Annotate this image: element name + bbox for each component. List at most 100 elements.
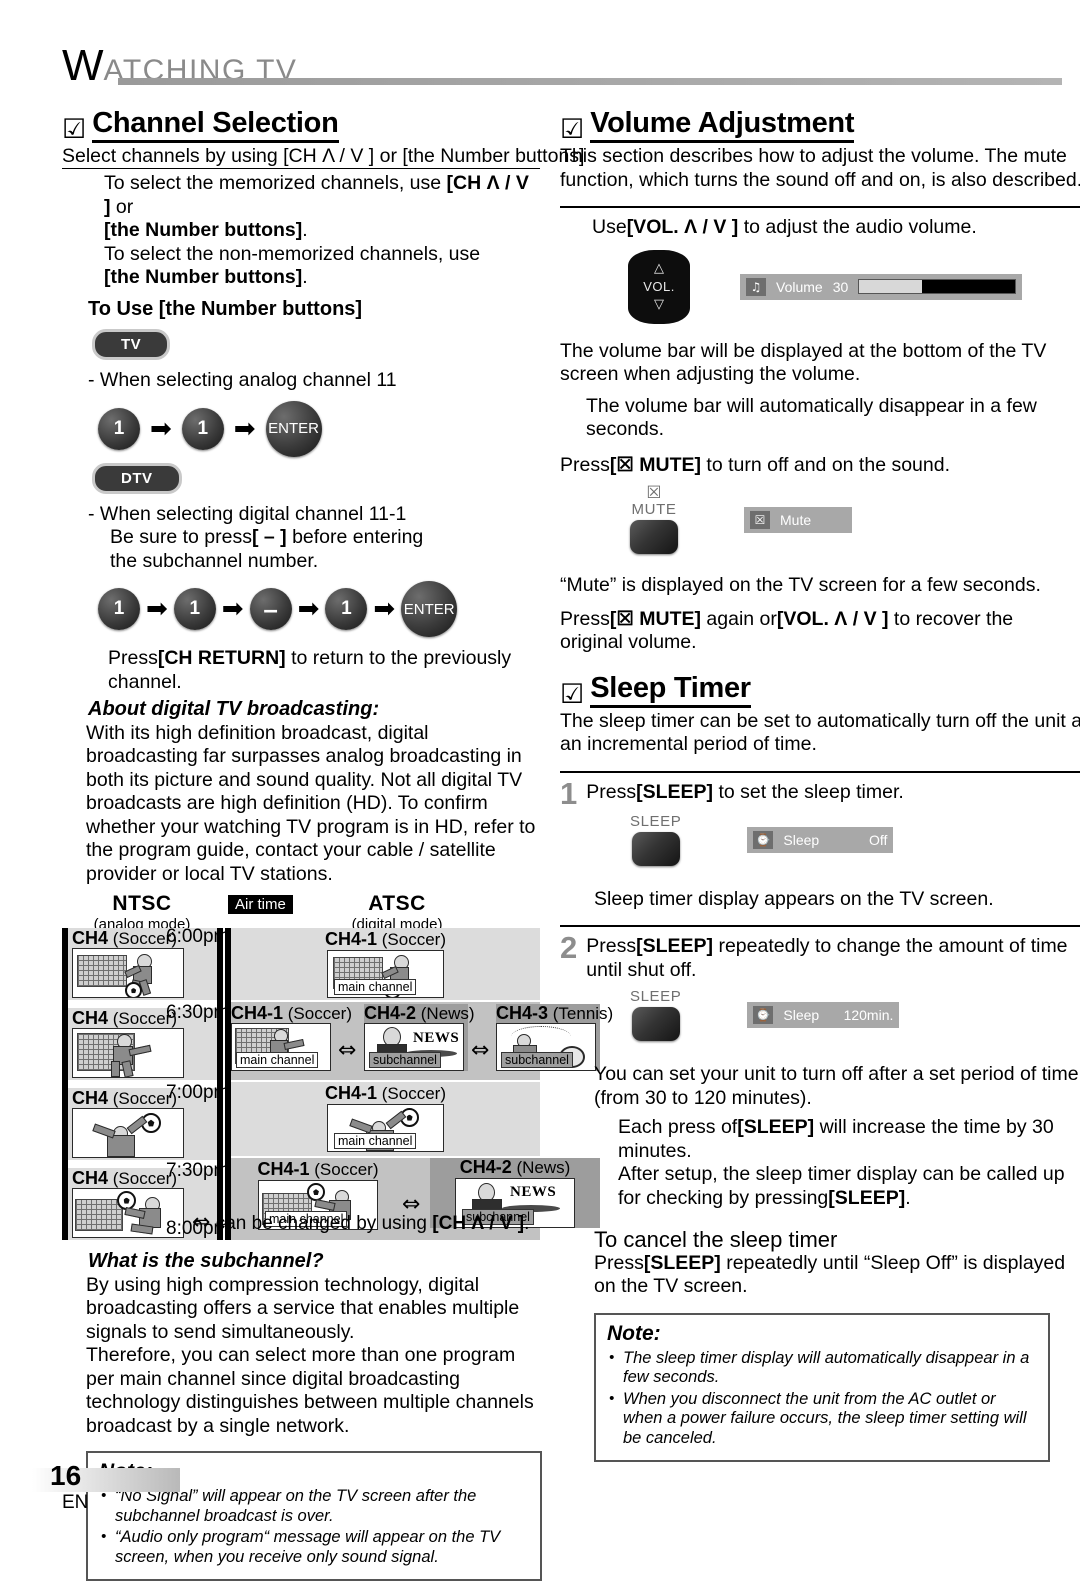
- broadcast-comparison-diagram: NTSC (analog mode) Air time ATSC (digita…: [62, 892, 613, 1240]
- mute-recover-line: Press[☒ MUTE] again or[VOL. Λ / V ] to r…: [560, 607, 1014, 654]
- sleep-keycap-label: SLEEP: [630, 988, 682, 1005]
- number-key-1[interactable]: 1: [173, 588, 216, 630]
- about-dtv-heading: About digital TV broadcasting:: [88, 698, 380, 720]
- subchannel-p1: By using high compression technology, di…: [86, 1273, 520, 1343]
- speaker-icon: ♫: [746, 277, 766, 296]
- arrow-right-icon: ➡: [146, 594, 168, 624]
- step-number: 1: [560, 775, 578, 811]
- enter-key[interactable]: ENTER: [265, 400, 322, 457]
- clock-icon: ⌚: [753, 1006, 774, 1024]
- note-list: “No Signal” will appear on the TV screen…: [99, 1486, 529, 1567]
- atsc-cell: CH4-1 (Soccer) main channel: [231, 1084, 540, 1152]
- sleep-intro: The sleep timer can be set to automatica…: [560, 709, 1080, 756]
- arrow-right-icon: ➡: [150, 413, 172, 444]
- manual-page: WATCHING TV ☑ Channel Selection Select c…: [0, 0, 1080, 1581]
- osd-mute: ☒ Mute: [744, 507, 852, 533]
- cancel-sleep-text: Press[SLEEP] repeatedly until “Sleep Off…: [594, 1251, 1066, 1298]
- section-title: Sleep Timer: [590, 672, 751, 708]
- analog-key-sequence: 1 ➡ 1 ➡ ENTER: [98, 400, 540, 457]
- subchannel-heading: What is the subchannel?: [88, 1250, 324, 1272]
- atsc-cell: CH4-1 (Soccer) main channel: [231, 1004, 352, 1071]
- mute-key[interactable]: [630, 520, 678, 554]
- digital-instruction: - When selecting digital channel 11-1 Be…: [88, 502, 424, 572]
- header-rule: [118, 78, 1062, 85]
- volume-use-line: Use[VOL. Λ / V ] to adjust the audio vol…: [592, 216, 977, 238]
- volume-intro: This section describes how to adjust the…: [560, 145, 1080, 191]
- sleep-key[interactable]: [631, 831, 680, 866]
- osd-value: 120min.: [843, 1007, 894, 1023]
- sleep-key-group: SLEEP: [630, 988, 681, 1041]
- mute-icon: ☒: [750, 511, 770, 529]
- dash-key[interactable]: –: [249, 588, 292, 630]
- page-language: EN: [62, 1492, 89, 1513]
- clock-icon: ⌚: [753, 830, 774, 849]
- volume-body-1: The volume bar will be displayed at the …: [560, 339, 1047, 386]
- mute-key-group: ☒ MUTE: [630, 485, 678, 554]
- sleep-bullet-2: After setup, the sleep timer display can…: [618, 1163, 1065, 1209]
- note-title: Note:: [607, 1321, 661, 1345]
- bullet-nonmemorized: To select the non-memorized channels, us…: [104, 242, 481, 289]
- right-column: ☑ Volume Adjustment This section describ…: [560, 108, 1080, 1462]
- swap-icon: ⇔: [471, 1038, 490, 1063]
- volume-body-2: The volume bar will automatically disapp…: [586, 394, 1037, 441]
- osd-sleep-1: ⌚ Sleep Off: [747, 826, 894, 853]
- sleep-control-row-2: SLEEP ⌚ Sleep 120min.: [630, 988, 1080, 1041]
- program-thumbnail: NEWS subchannel: [364, 1023, 464, 1071]
- sleep-key[interactable]: [631, 1007, 680, 1041]
- atsc-cell: CH4-1 (Soccer) main channel: [231, 930, 540, 998]
- sleep-step-2: 2 Press[SLEEP] repeatedly to change the …: [560, 930, 1080, 982]
- enter-key[interactable]: ENTER: [401, 581, 458, 637]
- note-item: When you disconnect the unit from the AC…: [607, 1389, 1037, 1449]
- volume-meter-fill: [859, 280, 922, 293]
- arrow-right-icon: ➡: [373, 594, 396, 624]
- checkbox-icon: ☑: [560, 114, 585, 144]
- checkbox-icon: ☑: [62, 114, 87, 144]
- swap-icon: ⇔: [338, 1038, 357, 1063]
- osd-label: Sleep: [783, 831, 820, 848]
- number-key-1[interactable]: 1: [98, 407, 140, 450]
- note-item: The sleep timer display will automatical…: [607, 1348, 1037, 1388]
- divider: [560, 206, 1080, 208]
- diagram-footnote: ⇔ can be changed by using [CH Λ / V ].: [192, 1210, 530, 1235]
- number-key-1[interactable]: 1: [98, 588, 140, 630]
- mute-icon: ☒: [646, 483, 662, 503]
- step-number: 2: [560, 930, 578, 965]
- left-column: ☑ Channel Selection Select channels by u…: [62, 108, 613, 1581]
- osd-volume-bar: ♫ Volume 30: [740, 273, 1022, 300]
- program-thumbnail: [72, 1108, 184, 1158]
- page-number: 16: [50, 1460, 82, 1491]
- sleep-bullet-1: Each press of[SLEEP] will increase the t…: [618, 1116, 1054, 1162]
- section-title: Volume Adjustment: [590, 108, 855, 143]
- divider: [560, 770, 1080, 773]
- arrow-right-icon: ➡: [233, 413, 256, 444]
- schedule-grid: CH4 (Soccer) CH4 (Soccer) CH4 (Soccer) C…: [62, 926, 613, 1240]
- atsc-title: ATSC (digital mode): [351, 892, 443, 933]
- sleep-caption-1: Sleep timer display appears on the TV sc…: [594, 887, 994, 910]
- triangle-down-icon: ▽: [654, 297, 664, 312]
- about-dtv-body: With its high definition broadcast, digi…: [86, 721, 536, 885]
- vol-rocker-key[interactable]: △ VOL. ▽: [628, 249, 690, 324]
- bullet-memorized: To select the memorized channels, use [C…: [104, 172, 529, 241]
- osd-sleep-2: ⌚ Sleep 120min.: [747, 1002, 900, 1028]
- mute-control-row: ☒ MUTE ☒ Mute: [630, 485, 1080, 554]
- checkbox-icon: ☑: [560, 678, 585, 709]
- channel-selection-heading: ☑ Channel Selection: [62, 108, 540, 143]
- cancel-sleep-heading: To cancel the sleep timer: [594, 1227, 838, 1252]
- number-key-1[interactable]: 1: [181, 407, 224, 450]
- volume-meter: [858, 279, 1016, 294]
- step-text: Press[SLEEP] repeatedly to change the am…: [586, 935, 1068, 981]
- note-box-right: Note: The sleep timer display will autom…: [594, 1312, 1050, 1462]
- subchannel-p2: Therefore, you can select more than one …: [86, 1344, 534, 1437]
- digital-key-sequence: 1 ➡ 1 ➡ – ➡ 1 ➡ ENTER: [98, 581, 540, 637]
- news-logo-text: NEWS: [413, 1030, 460, 1046]
- osd-label: Volume: [776, 278, 823, 295]
- news-logo-text: NEWS: [510, 1184, 557, 1200]
- air-time-label: Air time: [228, 895, 293, 914]
- arrow-right-icon: ➡: [297, 594, 320, 624]
- atsc-cell: CH4-2 (News) NEWS subchannel: [364, 1004, 475, 1071]
- channel-intro: Select channels by using [CH Λ / V ] or …: [62, 145, 585, 167]
- number-key-1[interactable]: 1: [325, 588, 368, 630]
- vol-key-label: VOL.: [643, 279, 675, 294]
- note-list: The sleep timer display will automatical…: [607, 1348, 1037, 1449]
- analog-instruction: - When selecting analog channel 11: [88, 369, 397, 391]
